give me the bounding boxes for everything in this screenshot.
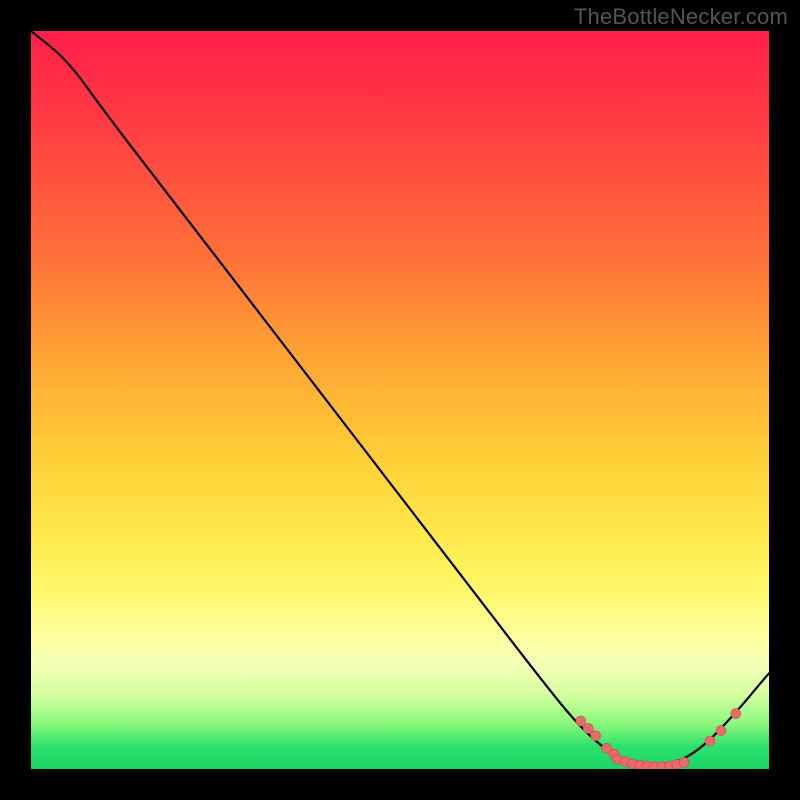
curve-marker: [705, 736, 715, 746]
curve-marker: [716, 726, 726, 736]
bottleneck-curve: [31, 31, 769, 767]
plot-area: [31, 31, 769, 769]
curve-svg: [31, 31, 769, 769]
curve-marker: [583, 723, 593, 733]
curve-marker: [731, 709, 741, 719]
curve-markers: [576, 709, 741, 769]
curve-marker: [591, 731, 601, 741]
curve-marker: [679, 757, 689, 767]
chart-frame: TheBottleNecker.com: [0, 0, 800, 800]
watermark-text: TheBottleNecker.com: [574, 4, 788, 30]
curve-marker: [576, 716, 586, 726]
